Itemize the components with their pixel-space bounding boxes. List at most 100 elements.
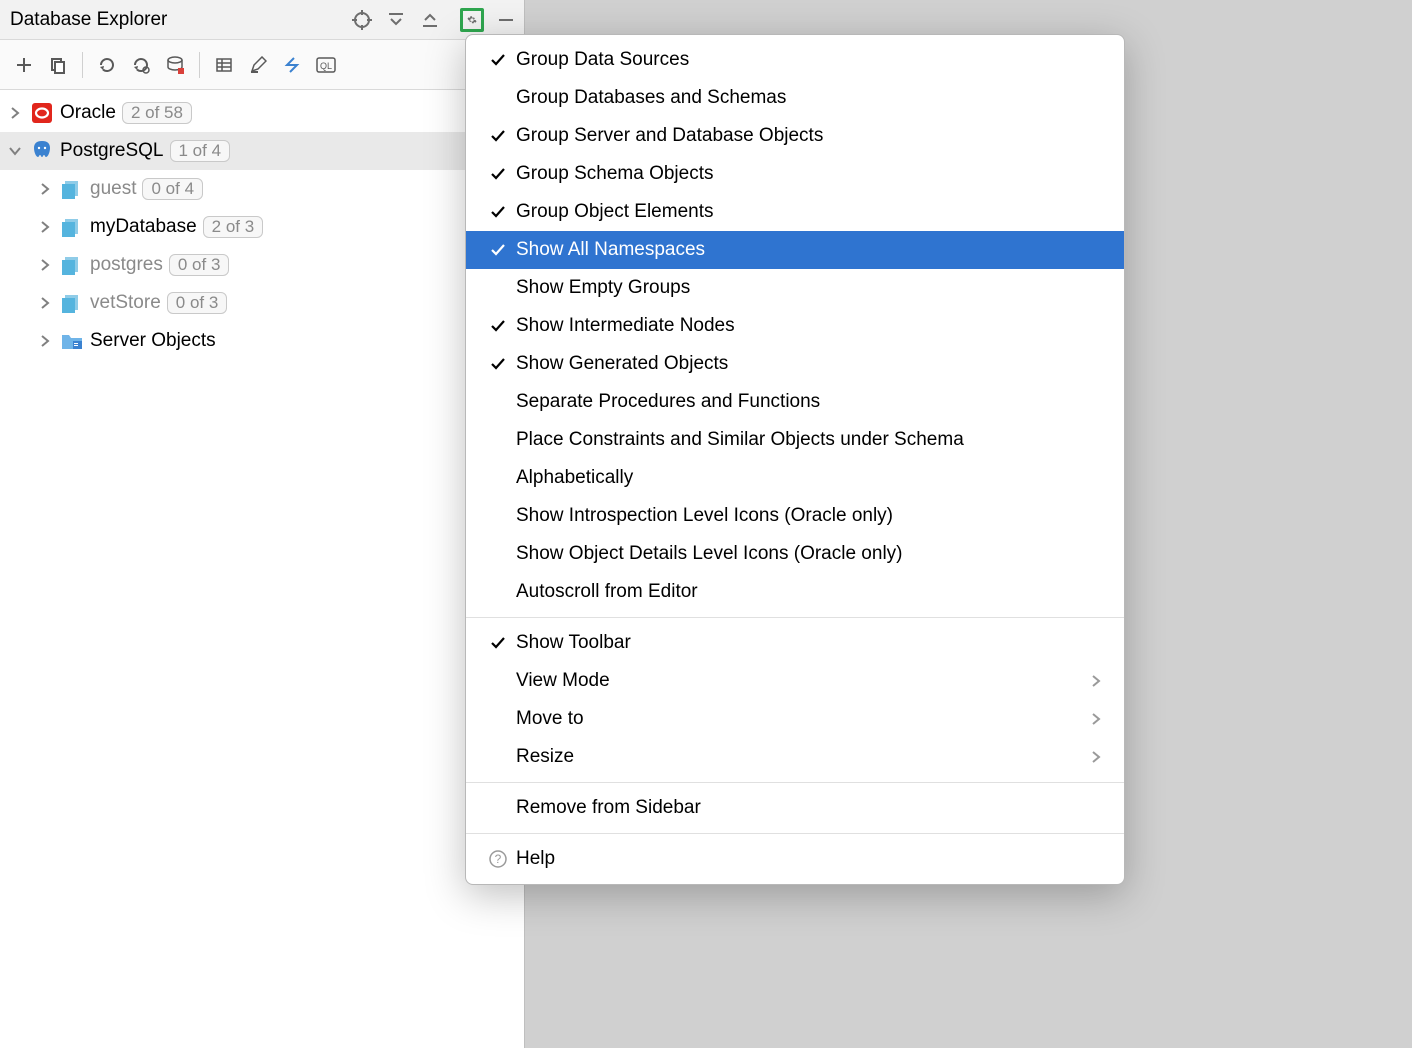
menu-label: Group Server and Database Objects — [516, 125, 1106, 147]
minimize-icon[interactable] — [494, 8, 518, 32]
oracle-icon — [30, 101, 54, 125]
menu-label: Show Object Details Level Icons (Oracle … — [516, 543, 1106, 565]
menu-item[interactable]: Autoscroll from Editor — [466, 573, 1124, 611]
add-datasource-button[interactable] — [8, 49, 40, 81]
count-badge: 2 of 3 — [203, 216, 264, 238]
menu-label: Autoscroll from Editor — [516, 581, 1106, 603]
folder-icon — [60, 329, 84, 353]
menu-item[interactable]: Group Databases and Schemas — [466, 79, 1124, 117]
menu-item[interactable]: Show Empty Groups — [466, 269, 1124, 307]
menu-label: Show Introspection Level Icons (Oracle o… — [516, 505, 1106, 527]
svg-text:?: ? — [495, 852, 502, 866]
toolbar-separator — [82, 52, 83, 78]
menu-item[interactable]: View Mode — [466, 662, 1124, 700]
chevron-down-icon[interactable] — [6, 142, 24, 160]
check-icon — [484, 242, 512, 258]
chevron-right-icon — [1086, 712, 1106, 726]
console-button[interactable]: QL — [310, 49, 342, 81]
settings-popup-menu: Group Data Sources Group Databases and Sc… — [465, 34, 1125, 885]
menu-item[interactable]: Move to — [466, 700, 1124, 738]
menu-item[interactable]: Show Toolbar — [466, 624, 1124, 662]
menu-item[interactable]: Show Introspection Level Icons (Oracle o… — [466, 497, 1124, 535]
database-icon — [60, 177, 84, 201]
database-icon — [60, 253, 84, 277]
menu-item[interactable]: Alphabetically — [466, 459, 1124, 497]
node-label: myDatabase — [90, 216, 197, 238]
menu-label: Remove from Sidebar — [516, 797, 1106, 819]
table-view-button[interactable] — [208, 49, 240, 81]
navigate-button[interactable] — [276, 49, 308, 81]
settings-gear-icon[interactable] — [460, 8, 484, 32]
check-icon — [484, 356, 512, 372]
check-icon — [484, 52, 512, 68]
menu-label: Group Databases and Schemas — [516, 87, 1106, 109]
check-icon — [484, 635, 512, 651]
node-label: Oracle — [60, 102, 116, 124]
chevron-right-icon[interactable] — [36, 332, 54, 350]
database-explorer-panel: Database Explorer — [0, 0, 525, 1048]
menu-item[interactable]: Show Intermediate Nodes — [466, 307, 1124, 345]
menu-item[interactable]: Show Object Details Level Icons (Oracle … — [466, 535, 1124, 573]
expand-all-icon[interactable] — [384, 8, 408, 32]
tree-node-oracle[interactable]: Oracle 2 of 58 — [0, 94, 524, 132]
node-label: PostgreSQL — [60, 140, 164, 162]
check-icon — [484, 166, 512, 182]
menu-label: Move to — [516, 708, 1082, 730]
menu-item-help[interactable]: ? Help — [466, 840, 1124, 878]
menu-separator — [466, 782, 1124, 783]
count-badge: 0 of 3 — [169, 254, 230, 276]
chevron-right-icon[interactable] — [36, 294, 54, 312]
menu-label: Place Constraints and Similar Objects un… — [516, 429, 1106, 451]
menu-item[interactable]: Show All Namespaces — [466, 231, 1124, 269]
menu-item[interactable]: Place Constraints and Similar Objects un… — [466, 421, 1124, 459]
menu-item[interactable]: Group Data Sources — [466, 41, 1124, 79]
tree-node-database[interactable]: myDatabase 2 of 3 — [0, 208, 524, 246]
check-icon — [484, 204, 512, 220]
database-icon — [60, 215, 84, 239]
panel-header: Database Explorer — [0, 0, 524, 40]
help-icon: ? — [484, 850, 512, 868]
panel-toolbar: QL — [0, 40, 524, 90]
menu-label: Show Generated Objects — [516, 353, 1106, 375]
duplicate-button[interactable] — [42, 49, 74, 81]
menu-label: Show Toolbar — [516, 632, 1106, 654]
target-icon[interactable] — [350, 8, 374, 32]
refresh-button[interactable] — [91, 49, 123, 81]
chevron-right-icon[interactable] — [36, 256, 54, 274]
menu-item[interactable]: Group Server and Database Objects — [466, 117, 1124, 155]
node-label: Server Objects — [90, 330, 216, 352]
panel-title: Database Explorer — [10, 9, 350, 31]
menu-label: Group Data Sources — [516, 49, 1106, 71]
node-label: postgres — [90, 254, 163, 276]
postgresql-icon — [30, 139, 54, 163]
collapse-all-icon[interactable] — [418, 8, 442, 32]
edit-button[interactable] — [242, 49, 274, 81]
sync-settings-button[interactable] — [125, 49, 157, 81]
menu-item[interactable]: Show Generated Objects — [466, 345, 1124, 383]
chevron-right-icon[interactable] — [36, 218, 54, 236]
menu-item[interactable]: Separate Procedures and Functions — [466, 383, 1124, 421]
tree-node-database[interactable]: postgres 0 of 3 — [0, 246, 524, 284]
menu-label: Alphabetically — [516, 467, 1106, 489]
menu-label: Help — [516, 848, 1106, 870]
tree-node-database[interactable]: guest 0 of 4 — [0, 170, 524, 208]
tree-node-postgresql[interactable]: PostgreSQL 1 of 4 — [0, 132, 524, 170]
datasource-tree: Oracle 2 of 58 PostgreSQL 1 of 4 guest 0… — [0, 90, 524, 1048]
menu-item[interactable]: Group Schema Objects — [466, 155, 1124, 193]
menu-label: Show All Namespaces — [516, 239, 1106, 261]
chevron-right-icon[interactable] — [36, 180, 54, 198]
tree-node-database[interactable]: vetStore 0 of 3 — [0, 284, 524, 322]
menu-item[interactable]: Resize — [466, 738, 1124, 776]
menu-item[interactable]: Group Object Elements — [466, 193, 1124, 231]
stop-button[interactable] — [159, 49, 191, 81]
menu-item[interactable]: Remove from Sidebar — [466, 789, 1124, 827]
chevron-right-icon[interactable] — [6, 104, 24, 122]
menu-label: Resize — [516, 746, 1082, 768]
count-badge: 1 of 4 — [170, 140, 231, 162]
count-badge: 0 of 4 — [142, 178, 203, 200]
tree-node-server-objects[interactable]: Server Objects — [0, 322, 524, 360]
menu-label: Show Intermediate Nodes — [516, 315, 1106, 337]
menu-label: Group Object Elements — [516, 201, 1106, 223]
menu-label: Separate Procedures and Functions — [516, 391, 1106, 413]
menu-separator — [466, 617, 1124, 618]
